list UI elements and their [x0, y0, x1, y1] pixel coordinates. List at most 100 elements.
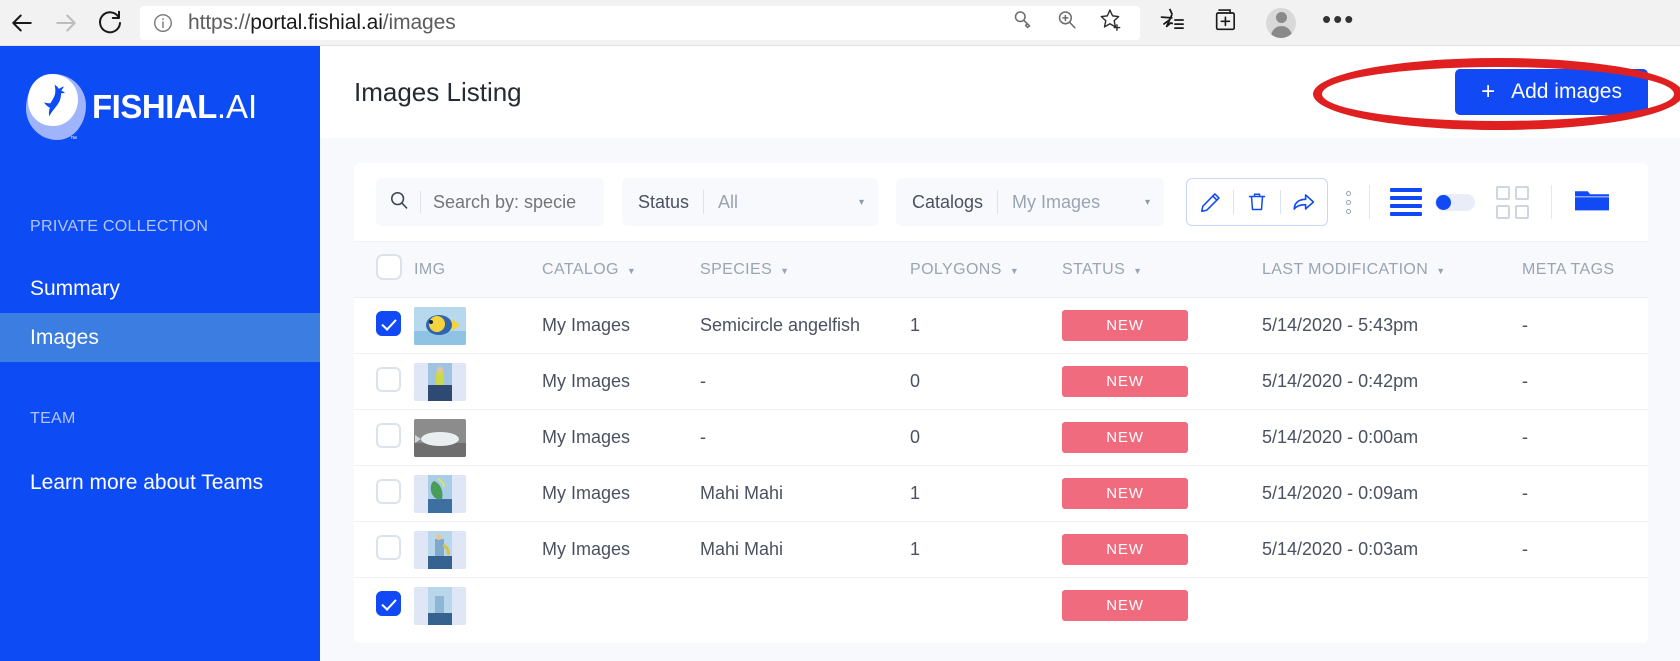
browser-more-menu[interactable]: ••• — [1322, 14, 1355, 32]
pencil-icon — [1198, 190, 1223, 215]
row-last-modification: 5/14/2020 - 5:43pm — [1262, 298, 1522, 354]
folder-icon[interactable] — [1574, 187, 1610, 217]
sidebar: ™ FISHIAL.AI PRIVATE COLLECTION Summary … — [0, 46, 320, 661]
arrow-right-icon — [51, 8, 81, 38]
favorites-list-icon[interactable] — [1158, 6, 1186, 39]
row-polygons: 1 — [910, 522, 1062, 578]
forward-button — [44, 1, 88, 45]
catalogs-filter-value: My Images — [1012, 192, 1100, 213]
catalogs-filter[interactable]: Catalogs My Images ▾ — [896, 178, 1164, 226]
row-status-cell: NEW — [1062, 466, 1262, 522]
toolbar-divider — [1369, 185, 1370, 219]
edit-button[interactable] — [1187, 190, 1233, 215]
sort-caret-icon: ▼ — [627, 266, 636, 276]
grid-view-icon[interactable] — [1496, 186, 1529, 219]
row-select-cell[interactable] — [354, 466, 414, 522]
sidebar-item-images[interactable]: Images — [0, 313, 320, 362]
table-row[interactable]: My Images Mahi Mahi 1 NEW 5/14/2020 - 0:… — [354, 522, 1648, 578]
header-polygons[interactable]: POLYGONS▼ — [910, 242, 1062, 298]
status-badge: NEW — [1062, 534, 1188, 565]
row-meta-tags: - — [1522, 466, 1648, 522]
row-thumbnail-cell — [414, 522, 542, 578]
star-plus-icon[interactable] — [1098, 7, 1124, 38]
add-images-button[interactable]: + Add images — [1455, 69, 1648, 115]
back-button[interactable] — [0, 1, 44, 45]
sidebar-section-team: TEAM — [0, 410, 320, 428]
row-checkbox[interactable] — [376, 479, 401, 504]
main-content: Images Listing + Add images Status — [320, 46, 1680, 661]
sidebar-item-learn-more-about-teams[interactable]: Learn more about Teams — [0, 458, 320, 507]
table-toolbar: Status All ▾ Catalogs My Images ▾ — [354, 163, 1648, 241]
table-row[interactable]: My Images Semicircle angelfish 1 NEW 5/1… — [354, 298, 1648, 354]
sidebar-item-summary[interactable]: Summary — [0, 264, 320, 313]
delete-button[interactable] — [1234, 190, 1280, 214]
header-status-label: STATUS — [1062, 261, 1125, 278]
reload-icon — [95, 8, 125, 38]
row-checkbox[interactable] — [376, 367, 401, 392]
row-species: Mahi Mahi — [700, 466, 910, 522]
browser-toolbar: https://portal.fishial.ai/images — [0, 0, 1680, 46]
header-meta-tags: META TAGS — [1522, 242, 1648, 298]
zoom-in-icon[interactable] — [1054, 7, 1080, 38]
select-all-checkbox[interactable] — [376, 254, 402, 280]
header-catalog[interactable]: CATALOG▼ — [542, 242, 700, 298]
row-select-cell[interactable] — [354, 578, 414, 634]
row-checkbox[interactable] — [376, 423, 401, 448]
view-mode-switch[interactable] — [1435, 194, 1475, 211]
search-field[interactable] — [376, 178, 604, 226]
row-checkbox[interactable] — [376, 535, 401, 560]
angelfish-thumbnail[interactable] — [414, 307, 466, 345]
page-header: Images Listing + Add images — [320, 46, 1680, 138]
reload-button[interactable] — [88, 1, 132, 45]
folder-glyph-icon — [1574, 187, 1610, 217]
row-polygons: 1 — [910, 466, 1062, 522]
angler-on-boat-thumbnail[interactable] — [414, 363, 466, 401]
fish-on-deck-thumbnail[interactable] — [414, 419, 466, 457]
table-header-row: IMG CATALOG▼ SPECIES▼ POLYGONS▼ STATUS▼ … — [354, 242, 1648, 298]
table-row[interactable]: NEW — [354, 578, 1648, 634]
search-input[interactable] — [433, 192, 583, 213]
search-icon — [388, 189, 410, 216]
profile-avatar-icon[interactable] — [1266, 8, 1296, 38]
row-last-modification: 5/14/2020 - 0:09am — [1262, 466, 1522, 522]
fish-glyph-icon — [38, 82, 68, 120]
brand-name: FISHIAL — [92, 88, 217, 125]
mahi-mahi-angler-thumbnail[interactable] — [414, 531, 466, 569]
share-button[interactable] — [1281, 189, 1327, 215]
table-row[interactable]: My Images - 0 NEW 5/14/2020 - 0:00am - — [354, 410, 1648, 466]
row-select-cell[interactable] — [354, 522, 414, 578]
row-catalog: My Images — [542, 466, 700, 522]
row-species: Mahi Mahi — [700, 522, 910, 578]
dots-vertical-icon[interactable] — [1346, 191, 1351, 214]
status-badge: NEW — [1062, 478, 1188, 509]
row-select-cell[interactable] — [354, 298, 414, 354]
url-host: portal.fishial.ai — [250, 11, 383, 34]
key-icon[interactable] — [1010, 7, 1036, 38]
partial-row-thumbnail[interactable] — [414, 587, 466, 625]
header-img-label: IMG — [414, 261, 445, 278]
brand-logo[interactable]: ™ FISHIAL.AI — [0, 46, 320, 146]
table-row[interactable]: My Images - 0 NEW 5/14/2020 - 0:42pm - — [354, 354, 1648, 410]
row-thumbnail-cell — [414, 410, 542, 466]
list-view-icon[interactable] — [1390, 188, 1422, 216]
header-status[interactable]: STATUS▼ — [1062, 242, 1262, 298]
mahi-mahi-catch-thumbnail[interactable] — [414, 475, 466, 513]
row-checkbox[interactable] — [376, 311, 401, 336]
collections-add-icon[interactable] — [1212, 6, 1240, 39]
row-last-modification: 5/14/2020 - 0:42pm — [1262, 354, 1522, 410]
table-row[interactable]: My Images Mahi Mahi 1 NEW 5/14/2020 - 0:… — [354, 466, 1648, 522]
row-status-cell: NEW — [1062, 354, 1262, 410]
row-checkbox[interactable] — [376, 591, 401, 616]
row-select-cell[interactable] — [354, 410, 414, 466]
row-select-cell[interactable] — [354, 354, 414, 410]
status-badge: NEW — [1062, 422, 1188, 453]
row-last-modification — [1262, 578, 1522, 634]
header-select-all[interactable] — [354, 242, 414, 298]
status-filter[interactable]: Status All ▾ — [622, 178, 878, 226]
info-circle-icon[interactable] — [152, 12, 174, 34]
row-catalog: My Images — [542, 298, 700, 354]
header-last-modification[interactable]: LAST MODIFICATION▼ — [1262, 242, 1522, 298]
view-mode-toggle — [1390, 186, 1529, 219]
header-species[interactable]: SPECIES▼ — [700, 242, 910, 298]
address-bar[interactable]: https://portal.fishial.ai/images — [140, 6, 1140, 40]
